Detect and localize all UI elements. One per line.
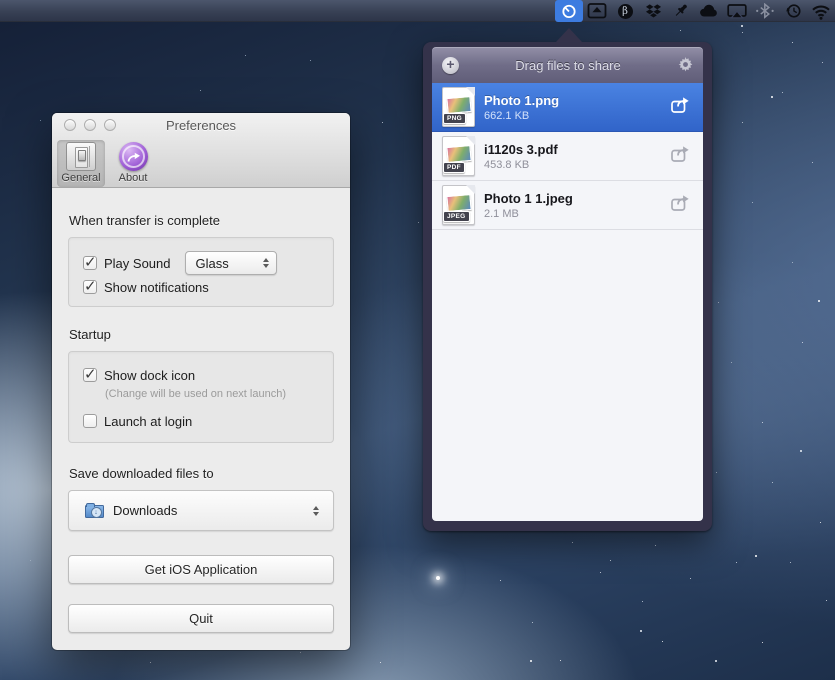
png-file-icon: PNG — [442, 87, 475, 127]
launch-at-login-label: Launch at login — [104, 414, 192, 429]
file-size: 453.8 KB — [484, 159, 670, 171]
file-type-badge: PNG — [443, 113, 466, 124]
quit-button[interactable]: Quit — [68, 604, 334, 633]
file-name: Photo 1 1.jpeg — [484, 191, 670, 206]
minimize-button[interactable] — [84, 119, 96, 131]
play-sound-checkbox[interactable] — [83, 256, 97, 270]
save-folder-value: Downloads — [113, 503, 313, 518]
beta-icon: β — [618, 4, 633, 19]
close-button[interactable] — [64, 119, 76, 131]
get-ios-application-button[interactable]: Get iOS Application — [68, 555, 334, 584]
file-list: PNG Photo 1.png 662.1 KB PDF i1120s 3.pd… — [432, 83, 703, 521]
wifi-menu-icon[interactable] — [807, 0, 835, 22]
launch-at-login-checkbox[interactable] — [83, 414, 97, 428]
menu-extras-tray: β — [555, 0, 835, 22]
time-machine-clock-icon — [784, 2, 803, 20]
title-bar[interactable]: Preferences — [52, 113, 350, 138]
save-folder-popup[interactable]: Downloads — [68, 490, 334, 531]
gear-icon[interactable] — [677, 57, 693, 73]
window-header: Preferences General About — [52, 113, 350, 188]
startup-section-heading: Startup — [69, 327, 334, 342]
jpeg-file-icon: JPEG — [442, 185, 475, 225]
transfer-app-menu-icon[interactable] — [555, 0, 583, 22]
cloud-icon — [699, 3, 719, 19]
file-row-photo-1-1-jpeg[interactable]: JPEG Photo 1 1.jpeg 2.1 MB — [432, 181, 703, 230]
pdf-file-icon: PDF — [442, 136, 475, 176]
file-name: Photo 1.png — [484, 93, 670, 108]
downloads-folder-icon — [85, 505, 104, 518]
photo-thumbnail — [446, 145, 471, 163]
airplay-display-icon — [727, 3, 747, 20]
show-notifications-label: Show notifications — [104, 280, 209, 295]
dock-icon-note: (Change will be used on next launch) — [105, 388, 319, 400]
menu-bar: β — [0, 0, 835, 22]
share-icon[interactable] — [670, 194, 691, 217]
transfer-group: Play Sound Glass Show notifications — [68, 237, 334, 307]
photo-thumbnail — [446, 96, 471, 114]
show-dock-icon-label: Show dock icon — [104, 368, 195, 383]
pushpin-icon — [672, 2, 690, 20]
traffic-lights — [64, 119, 116, 131]
show-notifications-checkbox[interactable] — [83, 280, 97, 294]
dropbox-icon — [644, 3, 663, 20]
airplay-menu-icon[interactable] — [723, 0, 751, 22]
sound-popup[interactable]: Glass — [185, 251, 277, 275]
app-logo-icon — [119, 142, 148, 171]
file-name: i1120s 3.pdf — [484, 142, 670, 157]
cloud-menu-icon[interactable] — [695, 0, 723, 22]
tab-about[interactable]: About — [109, 140, 157, 187]
play-sound-label: Play Sound — [104, 256, 171, 271]
pin-menu-icon[interactable] — [667, 0, 695, 22]
preferences-toolbar: General About — [52, 138, 350, 187]
sound-popup-value: Glass — [196, 256, 263, 271]
popup-arrows-icon — [263, 258, 269, 268]
file-size: 662.1 KB — [484, 110, 670, 122]
show-dock-icon-checkbox[interactable] — [83, 368, 97, 382]
bluetooth-transfer-icon — [755, 3, 775, 20]
startup-group: Show dock icon (Change will be used on n… — [68, 351, 334, 443]
bluetooth-menu-icon[interactable] — [751, 0, 779, 22]
tab-general-label: General — [61, 172, 100, 184]
tab-general[interactable]: General — [57, 140, 105, 187]
zoom-button[interactable] — [104, 119, 116, 131]
dropbox-menu-icon[interactable] — [639, 0, 667, 22]
file-type-badge: PDF — [443, 162, 465, 173]
wallpaper-bright-star — [436, 576, 440, 580]
file-type-badge: JPEG — [443, 211, 470, 222]
eject-box-icon — [587, 2, 607, 20]
add-file-button[interactable]: + — [442, 57, 459, 74]
time-machine-menu-icon[interactable] — [779, 0, 807, 22]
share-popover: + Drag files to share PNG Photo 1.png 66… — [423, 42, 712, 531]
switch-icon — [66, 142, 96, 171]
eject-box-menu-icon[interactable] — [583, 0, 611, 22]
popover-title: Drag files to share — [459, 58, 677, 73]
share-icon[interactable] — [670, 96, 691, 119]
stopwatch-icon — [560, 2, 578, 20]
tab-about-label: About — [119, 172, 148, 184]
file-row-photo-1-png[interactable]: PNG Photo 1.png 662.1 KB — [432, 83, 703, 132]
beta-menu-icon[interactable]: β — [611, 0, 639, 22]
file-row-i1120s-3-pdf[interactable]: PDF i1120s 3.pdf 453.8 KB — [432, 132, 703, 181]
preferences-window: Preferences General About When transfer … — [52, 113, 350, 650]
preferences-content: When transfer is complete Play Sound Gla… — [52, 188, 350, 633]
share-icon[interactable] — [670, 145, 691, 168]
wifi-icon — [811, 3, 831, 20]
save-section-heading: Save downloaded files to — [69, 466, 334, 481]
photo-thumbnail — [446, 194, 471, 212]
transfer-section-heading: When transfer is complete — [69, 213, 334, 228]
popover-header: + Drag files to share — [432, 47, 703, 83]
file-size: 2.1 MB — [484, 208, 670, 220]
popup-arrows-icon — [313, 506, 319, 516]
